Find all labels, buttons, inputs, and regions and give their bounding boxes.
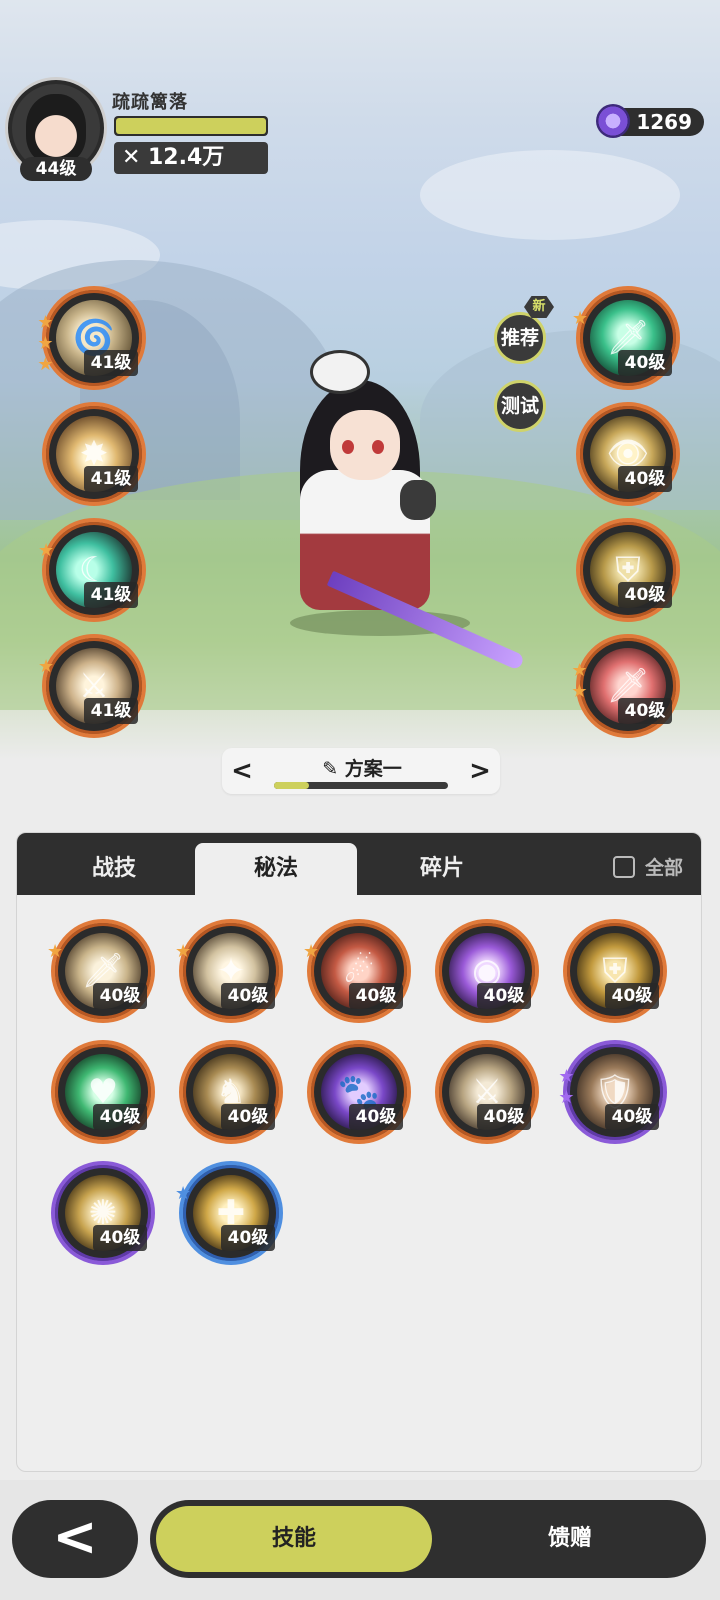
skill-slot[interactable]: ◉ 40级 [435, 919, 539, 1023]
skill-slot[interactable]: ⛨ 40级 [563, 919, 667, 1023]
skill-level: 41级 [84, 350, 138, 376]
skill-level: 40级 [349, 1104, 403, 1130]
scheme-progress [274, 782, 448, 789]
skill-level: 40级 [93, 1225, 147, 1251]
skill-level: 40级 [477, 983, 531, 1009]
skill-slot[interactable]: 🐾 40级 [307, 1040, 411, 1144]
scheme-name: 方案一 [344, 758, 402, 780]
skill-slot[interactable]: 🛡 ★★ 40级 [556, 1040, 667, 1144]
star-rank: ★ [38, 540, 55, 561]
star-rank: ★★ [569, 660, 590, 702]
skill-slot[interactable]: 🗡 ★ 40级 [47, 919, 155, 1023]
skill-level: 40级 [93, 1104, 147, 1130]
skill-level: 40级 [221, 1225, 275, 1251]
equipped-skill-left-3[interactable]: ☾ ★ 41级 [38, 518, 146, 622]
skill-level: 40级 [618, 466, 672, 492]
skill-level: 40级 [221, 1104, 275, 1130]
skill-level: 40级 [93, 983, 147, 1009]
star-rank: ★ [175, 941, 192, 962]
skill-slot[interactable]: ♞ 40级 [179, 1040, 283, 1144]
next-scheme-button[interactable]: > [460, 748, 500, 794]
checkbox[interactable] [612, 856, 635, 878]
combat-power-value: 12.4万 [148, 145, 225, 170]
equipped-skill-right-1[interactable]: 🗡 ★ 40级 [572, 286, 680, 390]
equipped-skill-left-2[interactable]: ✸ 41级 [42, 402, 146, 506]
bottom-tabs: 技能 馈赠 [150, 1500, 706, 1578]
show-all-toggle[interactable]: 全部 [612, 853, 683, 880]
gift-tab[interactable]: 馈赠 [442, 1506, 698, 1572]
recommend-button[interactable]: 推荐 [494, 312, 546, 364]
skill-level: 40级 [605, 1104, 659, 1130]
star-rank: ★★★ [35, 312, 56, 375]
skill-level: 40级 [349, 983, 403, 1009]
avatar-portrait [26, 94, 86, 164]
currency-amount: 1269 [636, 110, 692, 134]
prev-scheme-button[interactable]: < [222, 748, 262, 794]
skill-level: 40级 [618, 350, 672, 376]
scheme-selector: < ✎ 方案一 > [222, 748, 500, 794]
skill-slot[interactable]: ✦ ★ 40级 [175, 919, 283, 1023]
skill-level: 40级 [477, 1104, 531, 1130]
combat-power: ✕ 12.4万 [114, 142, 268, 174]
tab-secret[interactable]: 秘法 [195, 843, 357, 895]
currency-display[interactable]: 1269 [596, 104, 704, 138]
tab-fragments[interactable]: 碎片 [357, 843, 527, 895]
tab-combat[interactable]: 战技 [29, 843, 199, 895]
equipped-skill-right-3[interactable]: ⛨ 40级 [576, 518, 680, 622]
test-button[interactable]: 测试 [494, 380, 546, 432]
star-rank: ★ [303, 941, 320, 962]
character-model[interactable] [250, 340, 530, 671]
bottom-bar: < 技能 馈赠 [0, 1480, 720, 1600]
star-rank: ★ [175, 1183, 192, 1204]
skill-slot[interactable]: ⚔ 40级 [435, 1040, 539, 1144]
star-rank: ★ [38, 656, 55, 677]
back-arrow-icon: < [52, 1505, 98, 1568]
pencil-icon: ✎ [322, 758, 339, 780]
skill-panel: 战技 秘法 碎片 全部 🗡 ★ 40级 ✦ ★ 40级 ☄ ★ 40级 ◉ 40级 ⛨ 40级 ♥ 40级 ♞… [16, 832, 702, 1472]
equipped-skill-right-4[interactable]: 🗡 ★★ 40级 [569, 634, 680, 738]
skill-slot[interactable]: ✺ 40级 [51, 1161, 155, 1265]
star-rank: ★ [572, 308, 589, 329]
player-hp-bar [114, 116, 268, 136]
player-name: 疏疏篱落 [112, 92, 188, 113]
skill-level: 41级 [84, 698, 138, 724]
skill-level: 40级 [605, 983, 659, 1009]
player-level-badge: 44级 [20, 157, 92, 181]
back-button[interactable]: < [12, 1500, 138, 1578]
equipped-skill-left-1[interactable]: 🌀 ★★★ 41级 [35, 286, 146, 390]
skill-level: 40级 [618, 582, 672, 608]
skill-level: 41级 [84, 582, 138, 608]
star-rank: ★ [47, 941, 64, 962]
skill-tabs: 战技 秘法 碎片 全部 [17, 833, 701, 895]
skill-slot[interactable]: ♥ 40级 [51, 1040, 155, 1144]
equipped-skill-right-2[interactable]: 👁 40级 [576, 402, 680, 506]
gem-icon [596, 104, 630, 138]
crossed-swords-icon: ✕ [122, 145, 141, 170]
equipped-skill-left-4[interactable]: ⚔ ★ 41级 [38, 634, 146, 738]
skills-tab[interactable]: 技能 [156, 1506, 432, 1572]
skill-level: 40级 [221, 983, 275, 1009]
show-all-label: 全部 [644, 857, 683, 879]
star-rank: ★★ [556, 1066, 577, 1108]
skill-slot[interactable]: ✚ ★ 40级 [175, 1161, 283, 1265]
scheme-title[interactable]: ✎ 方案一 [302, 754, 422, 781]
skill-slot[interactable]: ☄ ★ 40级 [303, 919, 411, 1023]
skill-level: 40级 [618, 698, 672, 724]
skill-level: 41级 [84, 466, 138, 492]
